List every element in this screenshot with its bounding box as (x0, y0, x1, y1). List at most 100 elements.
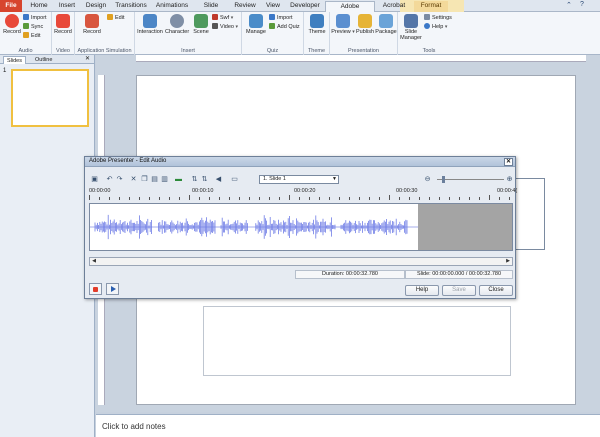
tab-slide-show[interactable]: Slide Show (195, 1, 227, 19)
help-icon[interactable]: ? (580, 1, 584, 8)
add-icon (269, 23, 275, 29)
scroll-left-icon[interactable]: ◀ (90, 258, 98, 265)
time-tick (139, 197, 140, 200)
package-button[interactable]: Package (375, 14, 397, 35)
help-button[interactable]: Help (405, 285, 439, 296)
publish-button[interactable]: Publish (354, 14, 376, 35)
cut-icon[interactable]: ✕ (129, 175, 138, 184)
copy-icon[interactable]: ❐ (140, 175, 149, 184)
time-tick (479, 197, 480, 200)
delete-icon[interactable]: ▥ (160, 175, 169, 184)
tab-adobe-presenter[interactable]: Adobe Presenter (325, 1, 375, 20)
tab-file[interactable]: File (0, 0, 22, 12)
tab-acrobat[interactable]: Acrobat (380, 1, 408, 12)
audio-sync-button[interactable]: Sync (23, 23, 43, 30)
edit-icon (107, 14, 113, 20)
time-tick (269, 197, 270, 200)
close-button[interactable]: Close (479, 285, 513, 296)
paste-icon[interactable]: ▤ (150, 175, 159, 184)
audio-import-button[interactable]: Import (23, 14, 47, 21)
scroll-right-icon[interactable]: ▶ (504, 258, 512, 265)
time-tick (379, 197, 380, 200)
time-tick (359, 197, 360, 200)
time-tick (229, 197, 230, 200)
group-label-insert: Insert (181, 48, 195, 54)
waveform-graphic (90, 214, 420, 240)
time-tick (429, 197, 430, 200)
time-tick (119, 197, 120, 200)
tab-format[interactable]: Format (414, 1, 448, 12)
appsim-edit-button[interactable]: Edit (107, 14, 124, 21)
group-label-video: Video (56, 48, 70, 54)
audio-edit-button[interactable]: Edit (23, 32, 40, 39)
group-quiz: Manage Import Add Quiz Quiz (242, 12, 304, 55)
interaction-button[interactable]: Interaction (137, 14, 163, 35)
speaker-icon[interactable]: ◀ (214, 175, 223, 184)
tab-view[interactable]: View (263, 1, 283, 12)
add-quiz-button[interactable]: Add Quiz (269, 23, 300, 30)
package-icon (379, 14, 393, 28)
time-tick (219, 197, 220, 200)
slide-select[interactable]: 1. Slide 1 ▼ (259, 175, 339, 184)
sync-icon (23, 23, 29, 29)
open-folder-icon[interactable]: ▣ (90, 175, 99, 184)
play-button[interactable] (106, 283, 119, 295)
marker-icon[interactable]: ⇅ (200, 175, 209, 184)
zoom-in-icon[interactable]: ⊕ (505, 175, 514, 184)
adjust-volume-icon[interactable]: ⇅ (190, 175, 199, 184)
time-tick (509, 197, 510, 200)
tab-developer[interactable]: Developer (288, 1, 322, 12)
tab-review[interactable]: Review (232, 1, 258, 12)
appsim-record-button[interactable]: Record (81, 14, 103, 35)
tab-design[interactable]: Design (84, 1, 108, 12)
close-icon[interactable]: ✕ (504, 158, 513, 166)
insert-video-button[interactable]: Video ▾ (212, 23, 238, 30)
tab-insert[interactable]: Insert (55, 1, 79, 12)
slide-manager-button[interactable]: Slide Manager (399, 14, 423, 41)
tab-slides[interactable]: Slides (3, 56, 26, 64)
tab-animations[interactable]: Animations (154, 1, 190, 12)
tab-transitions[interactable]: Transitions (113, 1, 149, 12)
audio-waveform[interactable] (89, 203, 513, 251)
time-tick (389, 195, 390, 200)
notes-pane[interactable]: Click to add notes (96, 414, 600, 437)
preview-button[interactable]: Preview ▾ (331, 14, 355, 35)
swf-button[interactable]: Swf ▾ (212, 14, 233, 21)
import-icon (269, 14, 275, 20)
minimize-ribbon-icon[interactable]: ⌃ (566, 1, 572, 9)
slide-thumbnail[interactable] (11, 69, 89, 127)
import-icon (23, 14, 29, 20)
publish-icon (358, 14, 372, 28)
time-tick (319, 197, 320, 200)
time-tick (99, 197, 100, 200)
zoom-slider[interactable] (437, 179, 504, 180)
time-tick (199, 197, 200, 200)
horizontal-scrollbar[interactable]: ◀ ▶ (89, 257, 513, 266)
time-tick (499, 197, 500, 200)
theme-button[interactable]: Theme (306, 14, 328, 35)
chevron-down-icon: ▼ (332, 176, 337, 182)
save-button[interactable]: Save (442, 285, 476, 296)
tab-outline[interactable]: Outline (32, 56, 55, 64)
undo-icon[interactable]: ↶ (105, 175, 114, 184)
zoom-out-icon[interactable]: ⊖ (423, 175, 432, 184)
content-placeholder[interactable] (203, 306, 511, 376)
record-button[interactable] (89, 283, 102, 295)
slide-monitor-icon[interactable]: ▭ (230, 175, 239, 184)
audio-record-button[interactable]: Record (1, 14, 23, 35)
character-button[interactable]: Character (165, 14, 189, 35)
waveform-empty-region (418, 204, 512, 250)
chevron-down-icon: ▾ (230, 15, 234, 21)
zoom-slider-handle[interactable] (442, 176, 445, 183)
time-label: 00:00:20 (294, 188, 316, 194)
tools-help-button[interactable]: Help ▾ (424, 23, 447, 30)
settings-button[interactable]: Settings (424, 14, 452, 21)
insert-silence-icon[interactable]: ▬ (174, 175, 183, 184)
tab-home[interactable]: Home (28, 1, 50, 12)
quiz-import-button[interactable]: Import (269, 14, 293, 21)
scene-button[interactable]: Scene (190, 14, 212, 35)
redo-icon[interactable]: ↷ (115, 175, 124, 184)
close-icon[interactable]: ✕ (85, 55, 90, 62)
quiz-manage-button[interactable]: Manage (244, 14, 268, 35)
video-record-button[interactable]: Record (52, 14, 74, 35)
